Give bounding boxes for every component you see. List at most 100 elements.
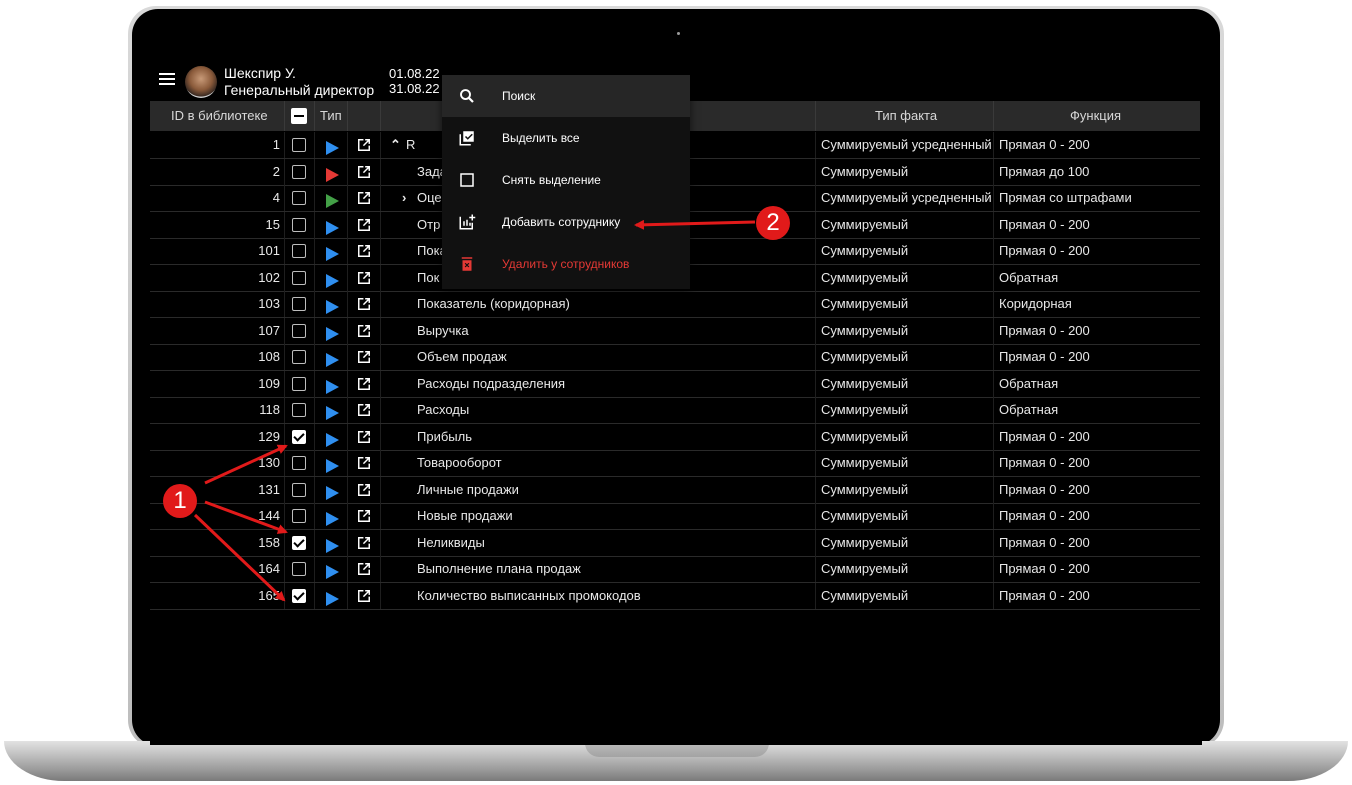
row-checkbox[interactable] — [292, 535, 306, 550]
row-checkbox[interactable] — [292, 217, 306, 232]
menu-item-deselect[interactable]: Снять выделение — [442, 159, 690, 201]
row-fact-type: Суммируемый — [821, 349, 909, 364]
play-icon[interactable] — [326, 247, 339, 261]
play-icon[interactable] — [326, 432, 339, 447]
table-row[interactable]: 130 Товарооборот Суммируемый Прямая 0 - 200 — [150, 450, 1200, 477]
play-icon[interactable] — [326, 273, 339, 288]
column-header-function[interactable]: Функция — [1070, 101, 1121, 131]
camera-dot — [677, 32, 680, 35]
row-checkbox[interactable] — [292, 376, 306, 391]
open-external-icon[interactable] — [357, 509, 371, 523]
row-checkbox[interactable] — [292, 270, 306, 285]
row-fact-type: Суммируемый — [821, 163, 909, 179]
row-checkbox[interactable] — [292, 456, 306, 470]
open-external-icon[interactable] — [357, 562, 371, 576]
row-id: 1 — [272, 137, 280, 152]
table-row[interactable]: 109 Расходы подразделения Суммируемый Обрат… — [150, 370, 1200, 398]
date-from[interactable]: 01.08.22 — [389, 66, 440, 81]
open-external-icon[interactable] — [357, 191, 371, 205]
row-checkbox[interactable] — [292, 138, 306, 152]
collapse-icon[interactable]: ⌃ — [390, 132, 401, 158]
row-fact-type: Суммируемый — [821, 534, 909, 550]
open-external-icon[interactable] — [357, 244, 371, 258]
row-checkbox[interactable] — [292, 244, 306, 258]
menu-item-select-all[interactable]: Выделить все — [442, 117, 690, 159]
table-row[interactable]: 131 Личные продажи Суммируемый Прямая 0 - 2… — [150, 476, 1200, 504]
row-name: Личные продажи — [417, 481, 519, 497]
date-to[interactable]: 31.08.22 — [389, 81, 440, 96]
table-row[interactable]: 164 Выполнение плана продаж Суммируемый Пря… — [150, 556, 1200, 583]
open-external-icon[interactable] — [357, 536, 371, 550]
table-row[interactable]: 144 Новые продажи Суммируемый Прямая 0 - 20… — [150, 503, 1200, 530]
play-icon[interactable] — [326, 459, 339, 473]
play-icon[interactable] — [326, 353, 339, 367]
row-checkbox[interactable] — [292, 509, 306, 523]
column-header-fact-type[interactable]: Тип факта — [875, 101, 937, 131]
row-function: Прямая 0 - 200 — [999, 561, 1090, 576]
play-icon[interactable] — [326, 538, 339, 553]
menu-item-search[interactable]: Поиск — [442, 75, 690, 117]
open-external-icon[interactable] — [357, 589, 371, 603]
play-icon[interactable] — [326, 141, 339, 155]
column-header-type[interactable]: Тип — [320, 101, 342, 131]
open-external-icon[interactable] — [357, 165, 371, 179]
avatar[interactable] — [185, 66, 217, 98]
play-icon[interactable] — [326, 406, 339, 420]
row-checkbox[interactable] — [292, 403, 306, 417]
open-external-icon[interactable] — [357, 350, 371, 364]
open-external-icon[interactable] — [357, 483, 371, 497]
menu-item-remove-from-employees[interactable]: Удалить у сотрудников — [442, 243, 690, 285]
menu-label-select-all: Выделить все — [502, 131, 580, 145]
row-fact-type: Суммируемый — [821, 243, 909, 258]
row-name: Новые продажи — [417, 508, 513, 523]
table-row[interactable]: 108 Объем продаж Суммируемый Прямая 0 - 200 — [150, 344, 1200, 371]
play-icon[interactable] — [326, 485, 339, 500]
play-icon[interactable] — [326, 512, 339, 526]
row-checkbox[interactable] — [292, 323, 306, 338]
row-checkbox[interactable] — [292, 482, 306, 497]
open-external-icon[interactable] — [357, 271, 371, 285]
table-row[interactable]: 103 Показатель (коридорная) Суммируемый Кор… — [150, 291, 1200, 318]
menu-icon[interactable] — [159, 73, 175, 87]
row-checkbox[interactable] — [292, 164, 306, 179]
select-all-checkbox[interactable] — [291, 108, 307, 124]
play-icon[interactable] — [326, 220, 339, 235]
row-id: 107 — [258, 322, 280, 338]
menu-label-add-to-employee: Добавить сотруднику — [502, 215, 621, 229]
open-external-icon[interactable] — [357, 403, 371, 417]
play-icon[interactable] — [326, 167, 339, 182]
play-icon[interactable] — [326, 591, 339, 606]
select-all-icon — [459, 131, 474, 146]
row-fact-type: Суммируемый — [821, 402, 909, 417]
table-row[interactable]: 118 Расходы Суммируемый Обратная — [150, 397, 1200, 424]
menu-item-add-to-employee[interactable]: Добавить сотруднику — [442, 201, 690, 243]
row-checkbox[interactable] — [292, 350, 306, 364]
expand-icon[interactable]: › — [402, 185, 406, 211]
play-icon[interactable] — [326, 565, 339, 579]
row-fact-type: Суммируемый — [821, 481, 909, 497]
open-external-icon[interactable] — [357, 138, 371, 152]
row-checkbox[interactable] — [292, 297, 306, 311]
table-row[interactable]: 165 Количество выписанных промокодов Сумми… — [150, 582, 1200, 610]
table-row[interactable]: 129 Прибыль Суммируемый Прямая 0 - 200 — [150, 423, 1200, 451]
open-external-icon[interactable] — [357, 218, 371, 232]
row-id: 158 — [258, 534, 280, 550]
row-checkbox[interactable] — [292, 588, 306, 603]
open-external-icon[interactable] — [357, 324, 371, 338]
table-row[interactable]: 107 Выручка Суммируемый Прямая 0 - 200 — [150, 317, 1200, 345]
play-icon[interactable] — [326, 326, 339, 341]
play-icon[interactable] — [326, 300, 339, 314]
row-id: 103 — [258, 296, 280, 311]
column-header-id[interactable]: ID в библиотеке — [171, 101, 268, 131]
row-checkbox[interactable] — [292, 191, 306, 205]
row-fact-type: Суммируемый усредненный — [821, 190, 991, 205]
open-external-icon[interactable] — [357, 456, 371, 470]
row-checkbox[interactable] — [292, 429, 306, 444]
table-row[interactable]: 158 Неликвиды Суммируемый Прямая 0 - 200 — [150, 529, 1200, 557]
open-external-icon[interactable] — [357, 297, 371, 311]
row-checkbox[interactable] — [292, 562, 306, 576]
open-external-icon[interactable] — [357, 377, 371, 391]
play-icon[interactable] — [326, 194, 339, 208]
open-external-icon[interactable] — [357, 430, 371, 444]
play-icon[interactable] — [326, 379, 339, 394]
